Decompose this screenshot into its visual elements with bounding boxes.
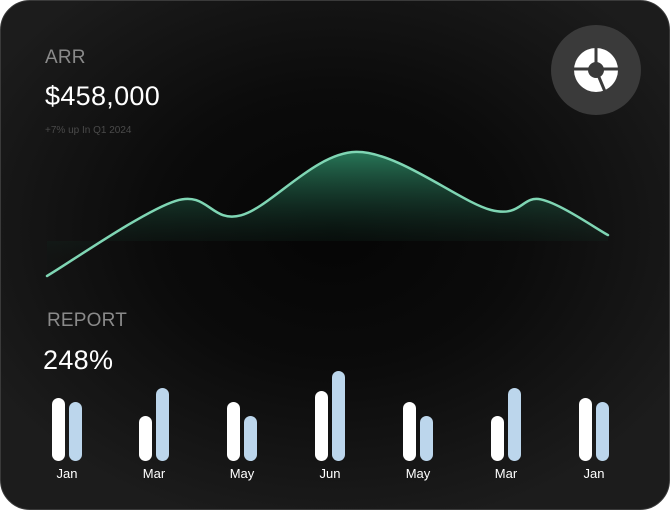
bar-may-secondary: [244, 416, 257, 461]
bar-mar-primary: [139, 416, 152, 461]
arr-area-fill: [47, 151, 608, 276]
bar-may-secondary: [420, 416, 433, 461]
month-label: Jun: [319, 466, 341, 481]
bar-mar-primary: [491, 416, 504, 461]
bar-mar-secondary: [156, 388, 169, 461]
bar-may-primary: [227, 401, 240, 461]
bar-mar-secondary: [508, 388, 521, 461]
month-label: May: [405, 466, 431, 481]
month-label: Mar: [494, 466, 518, 481]
bar-jan-secondary: [596, 401, 609, 461]
arr-card: ARR $458,000 +7% up In Q1 2024 REPORT 24…: [0, 0, 670, 510]
bar-jan-secondary: [69, 401, 82, 461]
bar-jun-secondary: [332, 371, 345, 461]
arr-line-chart: [45, 150, 610, 278]
month-label: Jan: [583, 466, 605, 481]
bar-jan-primary: [579, 398, 592, 461]
bar-may-primary: [403, 401, 416, 461]
bar-jan-primary: [52, 398, 65, 461]
report-label: REPORT: [47, 310, 128, 331]
report-value: 248%: [43, 345, 114, 375]
month-label: Mar: [142, 466, 166, 481]
month-label: May: [229, 466, 255, 481]
month-label: Jan: [56, 466, 78, 481]
bar-jun-primary: [315, 390, 328, 461]
